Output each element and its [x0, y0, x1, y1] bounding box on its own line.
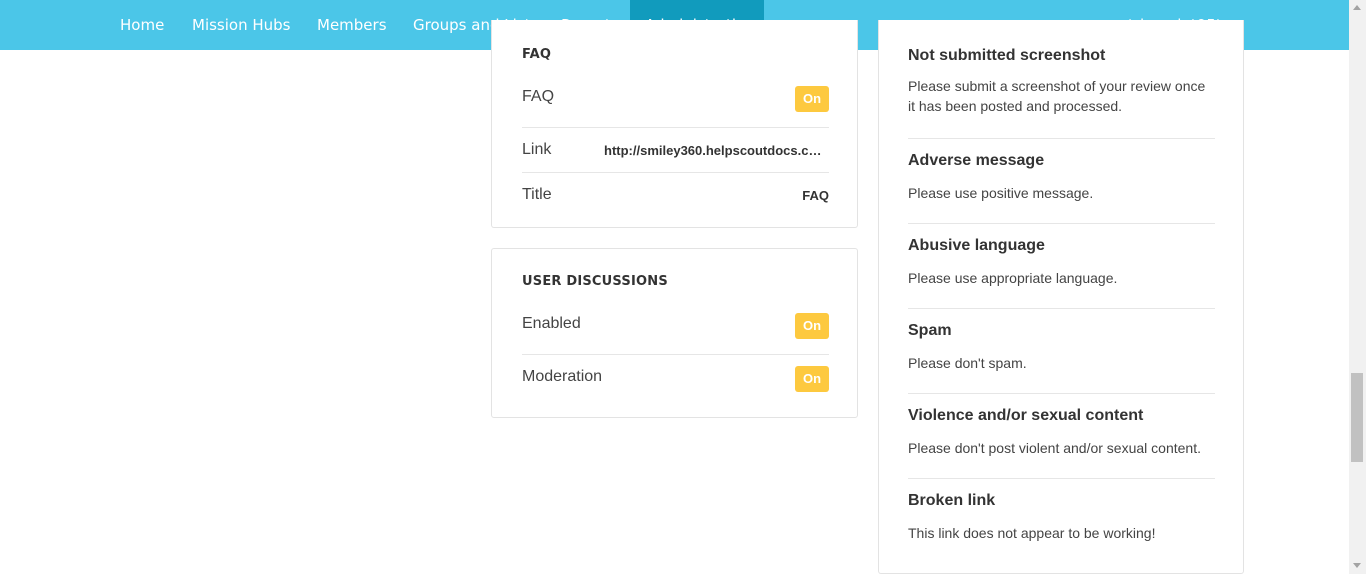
reason-text: This link does not appear to be working! [908, 525, 1156, 541]
faq-title-row: Title FAQ [522, 173, 829, 213]
reason-text: Please don't spam. [908, 355, 1027, 371]
reason-item: Abusive language Please use appropriate … [908, 237, 1215, 287]
scroll-up-arrow-icon[interactable] [1353, 5, 1361, 10]
user-discussions-panel: USER DISCUSSIONS Enabled On Moderation O… [491, 248, 858, 418]
page-scrollbar[interactable] [1349, 0, 1366, 574]
faq-toggle-badge[interactable]: On [795, 86, 829, 112]
reason-text: Please don't post violent and/or sexual … [908, 440, 1201, 456]
user-discussions-title: USER DISCUSSIONS [522, 274, 668, 289]
nav-members[interactable]: Members [302, 0, 402, 50]
nav-home[interactable]: Home [105, 0, 179, 50]
reason-item: Spam Please don't spam. [908, 322, 1215, 372]
reason-item: Broken link This link does not appear to… [908, 492, 1215, 542]
faq-title-value: FAQ [802, 188, 829, 203]
reason-text: Please submit a screenshot of your revie… [908, 78, 1206, 114]
reason-title: Spam [908, 322, 952, 339]
reason-text: Please use appropriate language. [908, 270, 1118, 286]
faq-toggle-row: FAQ On [522, 82, 829, 122]
faq-panel: FAQ FAQ On Link http://smiley360.helpsco… [491, 20, 858, 228]
rejection-reasons-panel: Not submitted screenshot Please submit a… [878, 20, 1244, 574]
scrollbar-thumb[interactable] [1351, 373, 1363, 462]
discussions-enabled-row: Enabled On [522, 309, 829, 353]
discussions-moderation-badge[interactable]: On [795, 366, 829, 392]
discussions-enabled-badge[interactable]: On [795, 313, 829, 339]
nav-mission-hubs[interactable]: Mission Hubs [177, 0, 305, 50]
reason-title: Broken link [908, 492, 996, 509]
divider [908, 138, 1215, 139]
divider [908, 223, 1215, 224]
reason-text: Please use positive message. [908, 185, 1094, 201]
reason-title: Violence and/or sexual content [908, 407, 1144, 424]
reason-title: Not submitted screenshot [908, 47, 1106, 64]
discussions-moderation-row: Moderation On [522, 355, 829, 399]
faq-link-value[interactable]: http://smiley360.helpscoutdocs.com/ [604, 143, 829, 158]
scroll-down-arrow-icon[interactable] [1353, 563, 1361, 568]
faq-link-row: Link http://smiley360.helpscoutdocs.com/ [522, 128, 829, 172]
faq-title-label: Title [522, 186, 552, 203]
divider [908, 393, 1215, 394]
discussions-moderation-label: Moderation [522, 368, 603, 385]
faq-section-title: FAQ [522, 47, 552, 62]
reason-item: Adverse message Please use positive mess… [908, 152, 1215, 202]
divider [908, 478, 1215, 479]
reason-item: Violence and/or sexual content Please do… [908, 407, 1215, 457]
faq-link-label: Link [522, 141, 552, 158]
reason-item: Not submitted screenshot Please submit a… [908, 47, 1215, 114]
faq-toggle-label: FAQ [522, 88, 555, 105]
reason-title: Adverse message [908, 152, 1045, 169]
divider [908, 308, 1215, 309]
discussions-enabled-label: Enabled [522, 315, 581, 332]
reason-title: Abusive language [908, 237, 1045, 254]
